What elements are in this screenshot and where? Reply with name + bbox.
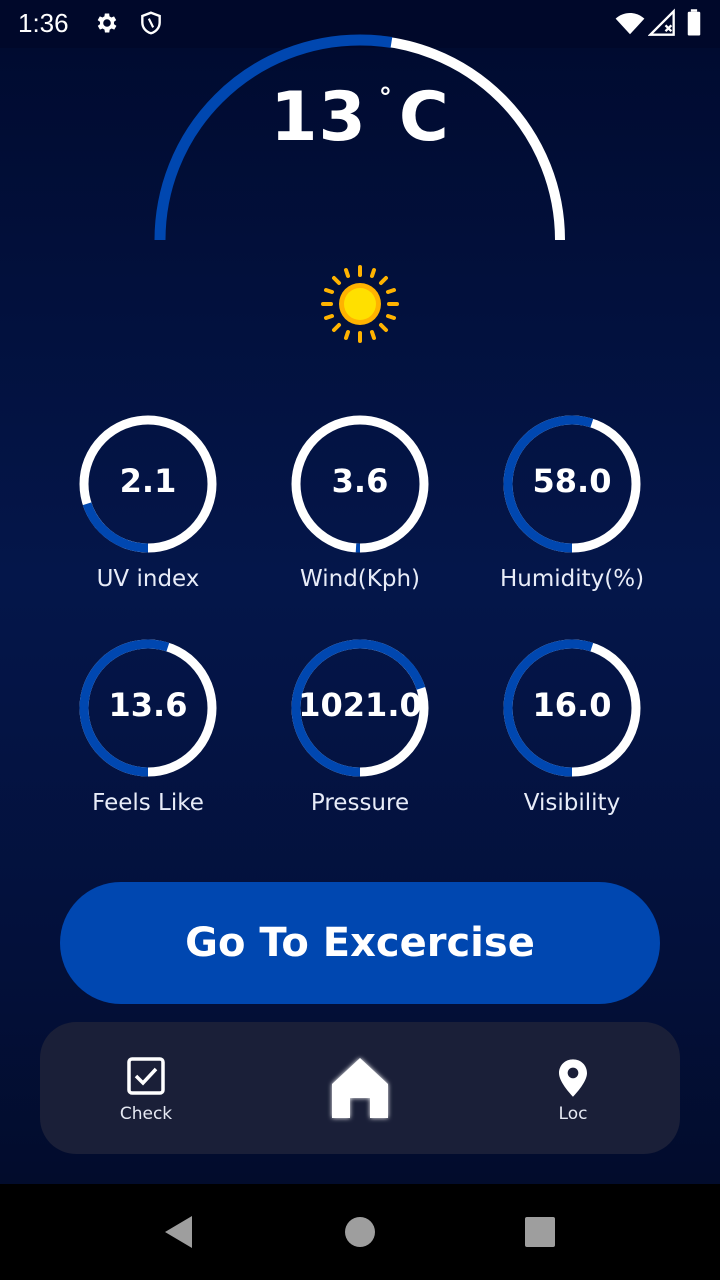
metric-feels-like: 13.6 Feels Like — [42, 638, 254, 838]
location-pin-icon — [559, 1059, 587, 1097]
home-circle-icon[interactable] — [344, 1216, 376, 1248]
humidity-value: 58.0 — [532, 462, 612, 500]
bottom-nav: Check Loc — [40, 1022, 680, 1154]
metric-uv-index: 2.1 UV index — [42, 414, 254, 614]
metric-pressure: 1021.0 Pressure — [254, 638, 466, 838]
visibility-value: 16.0 — [532, 686, 612, 724]
home-icon — [332, 1058, 388, 1118]
nav-label-check: Check — [119, 1104, 173, 1124]
visibility-label: Visibility — [523, 790, 621, 816]
uv-index-value: 2.1 — [119, 462, 177, 500]
nav-item-loc[interactable]: Loc — [493, 1022, 653, 1154]
humidity-label: Humidity(%) — [499, 566, 645, 592]
metric-visibility: 16.0 Visibility — [466, 638, 678, 838]
pressure-value: 1021.0 — [298, 686, 422, 724]
uv-index-label: UV index — [96, 566, 200, 592]
temperature-unit: C — [398, 78, 450, 157]
system-nav-bar — [0, 1184, 720, 1280]
metric-wind: 3.6 Wind(Kph) — [254, 414, 466, 614]
checkbox-icon — [127, 1057, 165, 1095]
feels-like-label: Feels Like — [92, 790, 204, 816]
nav-item-home[interactable] — [280, 1022, 440, 1154]
temperature-reading: 13 °C — [0, 78, 720, 157]
recents-icon[interactable] — [524, 1216, 556, 1248]
metric-humidity: 58.0 Humidity(%) — [466, 414, 678, 614]
degree-symbol: ° — [378, 83, 393, 113]
go-to-exercise-button[interactable]: Go To Excercise — [60, 882, 660, 1004]
feels-like-value: 13.6 — [108, 686, 188, 724]
pressure-label: Pressure — [310, 790, 410, 816]
back-icon[interactable] — [162, 1214, 196, 1250]
nav-label-loc: Loc — [558, 1104, 588, 1124]
sun-icon — [320, 264, 400, 348]
wind-label: Wind(Kph) — [299, 566, 420, 592]
temperature-value: 13 — [270, 78, 367, 157]
nav-item-check[interactable]: Check — [66, 1022, 226, 1154]
wind-value: 3.6 — [331, 462, 389, 500]
